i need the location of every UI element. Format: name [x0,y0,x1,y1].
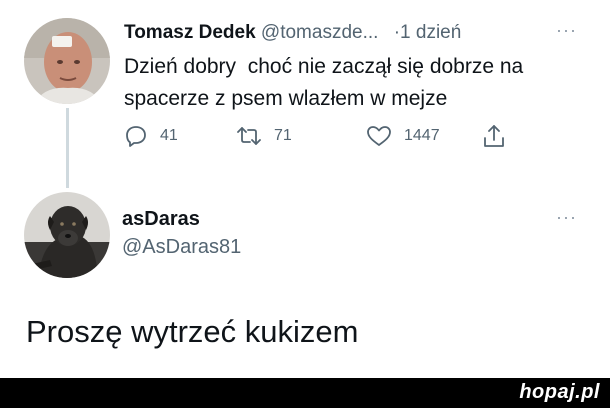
retweet-count: 71 [274,127,292,144]
reply-icon [124,124,148,148]
watermark-bar: hopaj.pl [0,378,610,408]
retweet-icon [236,124,262,148]
tweet-screenshot: Tomasz Dedek @tomaszde... ·1 dzień ··· D… [0,0,610,408]
like-icon [366,124,392,148]
more-icon[interactable]: ··· [556,21,577,39]
share-icon [482,123,506,149]
tweet-actions: 41 71 1447 [124,122,524,150]
avatar-tomasz-dedek[interactable] [24,18,110,104]
thread-line [66,108,69,188]
reply-count: 41 [160,127,178,144]
tweet-text: Dzień dobry choć nie zaczął się dobrze n… [124,55,524,110]
timestamp[interactable]: 1 dzień [400,22,461,43]
like-button[interactable]: 1447 [366,122,440,150]
tweet-header: Tomasz Dedek @tomaszde... ·1 dzień [124,22,461,44]
reply-more-icon[interactable]: ··· [556,208,577,226]
reply-handle[interactable]: @AsDaras81 [122,236,241,259]
reply-text: Proszę wytrzeć kukizem [26,314,359,349]
reply-display-name[interactable]: asDaras [122,208,200,231]
like-count: 1447 [404,127,440,144]
share-button[interactable] [482,122,506,150]
avatar-asdaras[interactable] [24,192,110,278]
display-name[interactable]: Tomasz Dedek [124,22,256,43]
retweet-button[interactable]: 71 [236,122,292,150]
handle[interactable]: @tomaszde... [261,22,379,43]
watermark-logo: hopaj.pl [519,381,600,403]
reply-button[interactable]: 41 [124,122,178,150]
